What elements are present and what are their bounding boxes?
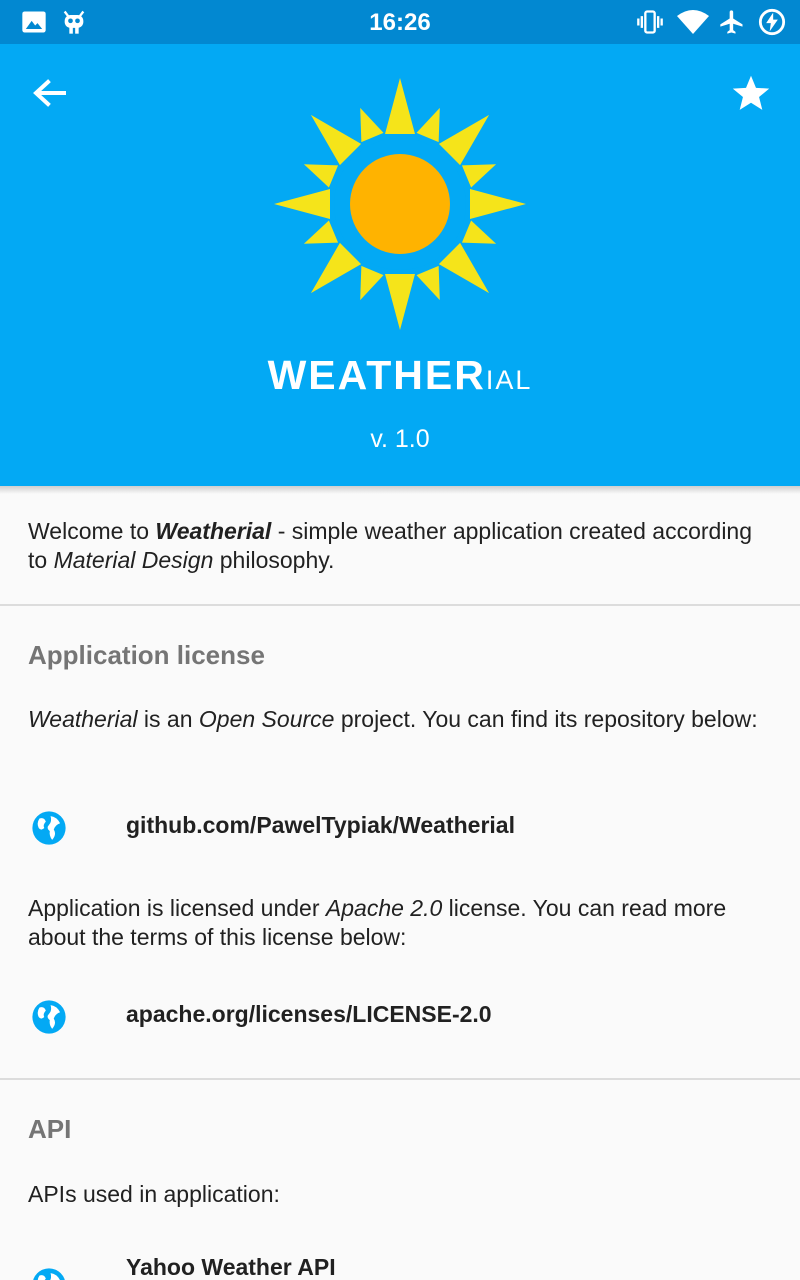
sun-logo	[270, 74, 530, 334]
license-apache-name: Apache 2.0	[325, 895, 443, 921]
globe-icon	[30, 809, 68, 847]
sun-ray	[416, 107, 440, 143]
repository-link[interactable]: github.com/PawelTypiak/Weatherial	[0, 796, 800, 860]
battery-charging-icon	[758, 8, 786, 36]
api-paragraph: APIs used in application:	[28, 1181, 280, 1207]
favorite-button[interactable]	[728, 70, 774, 116]
welcome-text: Welcome to Weatherial - simple weather a…	[28, 517, 772, 575]
sun-ray	[461, 164, 497, 188]
license-open-source: Open Source	[198, 706, 335, 732]
license-text-part: is an	[137, 706, 199, 732]
license-paragraph-1: Weatherial is an Open Source project. Yo…	[28, 705, 772, 734]
app-header: WEATHERIAL v. 1.0	[0, 44, 800, 486]
star-icon	[728, 75, 774, 120]
license-link[interactable]: apache.org/licenses/LICENSE-2.0	[0, 985, 800, 1049]
globe-icon	[30, 1266, 68, 1280]
divider	[0, 604, 800, 606]
welcome-app-name: Weatherial	[155, 518, 272, 544]
welcome-part: Welcome to	[28, 518, 156, 544]
yahoo-api-link[interactable]: Yahoo Weather API	[0, 1240, 800, 1280]
sun-ray	[303, 164, 339, 188]
api-section-title: API	[28, 1114, 72, 1144]
status-bar: 16:26	[0, 0, 800, 44]
globe-icon	[30, 998, 68, 1036]
vibrate-icon	[636, 8, 664, 36]
app-logo-text: WEATHERIAL	[0, 352, 800, 399]
app-version: v. 1.0	[370, 425, 430, 453]
airplane-icon	[718, 8, 746, 36]
sun-ray	[385, 78, 415, 134]
header-shadow	[0, 486, 800, 494]
sun-ray	[303, 220, 339, 244]
welcome-part: philosophy.	[213, 547, 335, 573]
sun-ray	[385, 274, 415, 330]
arrow-back-icon	[26, 79, 72, 120]
sun-ray	[360, 107, 384, 143]
license-app-name: Weatherial	[28, 706, 138, 732]
sun-ray	[470, 189, 526, 219]
license-text-part: Application is licensed under	[28, 895, 326, 921]
back-button[interactable]	[26, 70, 72, 116]
logo-tail: IAL	[485, 365, 533, 395]
yahoo-api-link-label: Yahoo Weather API	[126, 1254, 336, 1280]
repository-link-label: github.com/PawelTypiak/Weatherial	[126, 812, 515, 838]
license-section-title: Application license	[28, 640, 265, 670]
license-link-label: apache.org/licenses/LICENSE-2.0	[126, 1001, 492, 1027]
divider	[0, 1078, 800, 1080]
sun-ray	[274, 189, 330, 219]
wifi-icon	[676, 8, 710, 36]
sun-ray	[416, 265, 440, 301]
logo-main: WEATHER	[267, 352, 486, 398]
license-paragraph-2: Application is licensed under Apache 2.0…	[28, 894, 772, 952]
sun-ray	[461, 220, 497, 244]
license-text-part: project. You can find its repository bel…	[334, 706, 758, 732]
sun-ray	[360, 265, 384, 301]
welcome-material-design: Material Design	[53, 547, 214, 573]
sun-core	[350, 154, 450, 254]
